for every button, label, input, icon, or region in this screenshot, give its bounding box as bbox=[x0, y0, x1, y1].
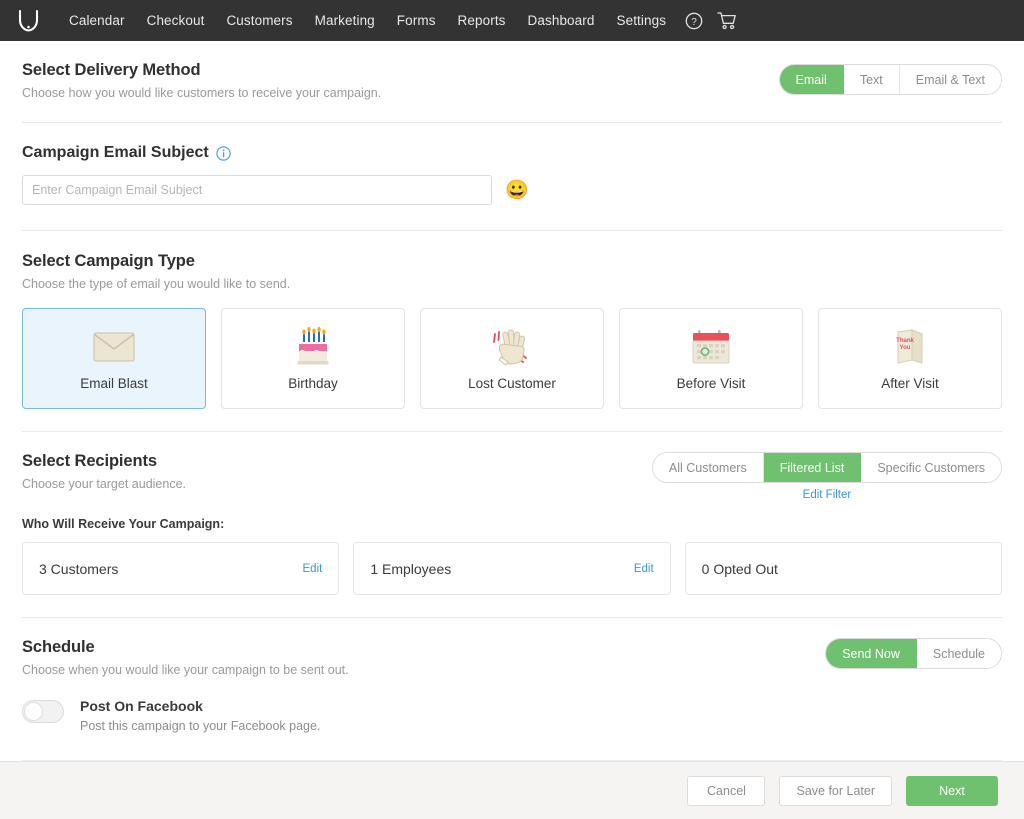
campaign-type-subtitle: Choose the type of email you would like … bbox=[22, 277, 291, 291]
grinning-face-emoji-icon[interactable]: 😀 bbox=[505, 181, 529, 200]
campaign-type-label: Lost Customer bbox=[468, 375, 556, 391]
recipient-box-employees[interactable]: 1 Employees Edit bbox=[353, 542, 671, 595]
save-for-later-button[interactable]: Save for Later bbox=[779, 775, 892, 806]
post-on-facebook-toggle[interactable] bbox=[22, 700, 64, 723]
schedule-subtitle: Choose when you would like your campaign… bbox=[22, 663, 349, 677]
delivery-option-email-text[interactable]: Email & Text bbox=[899, 65, 1001, 94]
birthday-cake-icon bbox=[292, 326, 334, 367]
recipients-option-filtered-list[interactable]: Filtered List bbox=[763, 453, 862, 482]
nav-item-customers[interactable]: Customers bbox=[215, 0, 303, 41]
svg-text:You: You bbox=[900, 345, 911, 351]
campaign-type-title: Select Campaign Type bbox=[22, 252, 195, 270]
recipient-box-customers[interactable]: 3 Customers Edit bbox=[22, 542, 340, 595]
campaign-subject-label: Campaign Email Subject bbox=[22, 144, 209, 161]
form-action-footer: Cancel Save for Later Next bbox=[0, 761, 1024, 819]
schedule-header: Schedule Choose when you would like your… bbox=[22, 638, 1002, 677]
campaign-subject-input-row: 😀 bbox=[22, 175, 1002, 205]
recipient-count-label: 0 Opted Out bbox=[701, 560, 778, 577]
campaign-type-card-birthday[interactable]: Birthday bbox=[221, 308, 405, 409]
edit-filter-link[interactable]: Edit Filter bbox=[803, 489, 852, 501]
recipients-toggle-group: All Customers Filtered List Specific Cus… bbox=[651, 452, 1002, 483]
delivery-option-text[interactable]: Text bbox=[843, 65, 900, 94]
recipient-edit-link[interactable]: Edit bbox=[303, 563, 323, 575]
recipient-count-label: 3 Customers bbox=[39, 560, 119, 577]
delivery-method-title: Select Delivery Method bbox=[22, 61, 201, 79]
campaign-type-card-lost-customer[interactable]: Lost Customer bbox=[420, 308, 604, 409]
nav-item-marketing[interactable]: Marketing bbox=[304, 0, 386, 41]
campaign-builder-page: Calendar Checkout Customers Marketing Fo… bbox=[0, 0, 1024, 819]
cancel-button[interactable]: Cancel bbox=[687, 775, 766, 806]
recipients-header: Select Recipients Choose your target aud… bbox=[22, 452, 1002, 501]
thank-you-card-icon: Thank You bbox=[890, 327, 930, 367]
top-navigation-bar: Calendar Checkout Customers Marketing Fo… bbox=[0, 0, 1024, 41]
waving-hand-icon bbox=[490, 327, 534, 367]
campaign-type-section: Select Campaign Type Choose the type of … bbox=[22, 231, 1002, 431]
campaign-type-label: Birthday bbox=[288, 375, 338, 391]
recipients-text: Select Recipients Choose your target aud… bbox=[22, 452, 186, 491]
campaign-type-card-email-blast[interactable]: Email Blast bbox=[22, 308, 206, 409]
nav-item-forms[interactable]: Forms bbox=[386, 0, 447, 41]
who-will-receive-label: Who Will Receive Your Campaign: bbox=[22, 517, 225, 531]
shopping-cart-icon[interactable] bbox=[717, 11, 737, 30]
nav-item-reports[interactable]: Reports bbox=[447, 0, 517, 41]
delivery-method-section: Select Delivery Method Choose how you wo… bbox=[22, 41, 1002, 122]
info-circle-icon[interactable] bbox=[216, 145, 231, 161]
recipients-option-specific-customers[interactable]: Specific Customers bbox=[861, 453, 1001, 482]
delivery-option-email[interactable]: Email bbox=[779, 65, 844, 94]
delivery-method-subtitle: Choose how you would like customers to r… bbox=[22, 86, 382, 100]
recipients-subtitle: Choose your target audience. bbox=[22, 477, 186, 491]
campaign-subject-input[interactable] bbox=[22, 175, 492, 205]
campaign-subject-section: Campaign Email Subject 😀 bbox=[22, 123, 1002, 230]
campaign-form-content: Select Delivery Method Choose how you wo… bbox=[0, 41, 1024, 761]
campaign-type-label: Email Blast bbox=[80, 375, 148, 391]
nav-item-checkout[interactable]: Checkout bbox=[136, 0, 216, 41]
svg-text:Thank: Thank bbox=[896, 338, 914, 344]
help-circle-icon[interactable]: ? bbox=[685, 12, 703, 30]
post-on-facebook-title: Post On Facebook bbox=[80, 698, 203, 714]
nav-item-calendar[interactable]: Calendar bbox=[58, 0, 136, 41]
next-button[interactable]: Next bbox=[906, 775, 998, 806]
campaign-type-card-after-visit[interactable]: Thank You After Visit bbox=[818, 308, 1002, 409]
nav-item-dashboard[interactable]: Dashboard bbox=[517, 0, 606, 41]
recipient-edit-link[interactable]: Edit bbox=[634, 563, 654, 575]
svg-text:?: ? bbox=[691, 16, 697, 27]
schedule-option-send-now[interactable]: Send Now bbox=[826, 639, 917, 668]
schedule-section: Schedule Choose when you would like your… bbox=[22, 618, 1002, 753]
schedule-option-schedule[interactable]: Schedule bbox=[916, 639, 1001, 668]
recipients-controls: All Customers Filtered List Specific Cus… bbox=[651, 452, 1002, 501]
toggle-knob bbox=[24, 702, 43, 721]
delivery-method-text: Select Delivery Method Choose how you wo… bbox=[22, 61, 381, 100]
recipient-box-list: 3 Customers Edit 1 Employees Edit 0 Opte… bbox=[22, 542, 1002, 595]
recipients-option-all-customers[interactable]: All Customers bbox=[652, 453, 764, 482]
campaign-type-label: Before Visit bbox=[676, 375, 746, 391]
campaign-type-label: After Visit bbox=[881, 375, 939, 391]
campaign-type-card-list: Email Blast Birthday Lost Customer Befor… bbox=[22, 308, 1002, 409]
nav-item-settings[interactable]: Settings bbox=[605, 0, 677, 41]
calendar-icon bbox=[690, 327, 732, 367]
post-on-facebook-subtitle: Post this campaign to your Facebook page… bbox=[80, 719, 321, 733]
schedule-toggle-group: Send Now Schedule bbox=[825, 638, 1002, 669]
recipient-box-opted-out: 0 Opted Out bbox=[684, 542, 1002, 595]
delivery-method-toggle-group: Email Text Email & Text bbox=[778, 64, 1002, 95]
schedule-title: Schedule bbox=[22, 638, 95, 656]
recipients-title: Select Recipients bbox=[22, 452, 157, 470]
post-on-facebook-row: Post On Facebook Post this campaign to y… bbox=[22, 698, 1002, 733]
recipients-section: Select Recipients Choose your target aud… bbox=[22, 432, 1002, 617]
envelope-icon bbox=[93, 327, 135, 367]
campaign-subject-label-row: Campaign Email Subject bbox=[22, 144, 1002, 162]
recipient-count-label: 1 Employees bbox=[370, 560, 452, 577]
post-on-facebook-text: Post On Facebook Post this campaign to y… bbox=[80, 698, 320, 733]
schedule-text: Schedule Choose when you would like your… bbox=[22, 638, 349, 677]
vagaro-v-logo-icon[interactable] bbox=[14, 6, 44, 36]
campaign-type-card-before-visit[interactable]: Before Visit bbox=[619, 308, 803, 409]
